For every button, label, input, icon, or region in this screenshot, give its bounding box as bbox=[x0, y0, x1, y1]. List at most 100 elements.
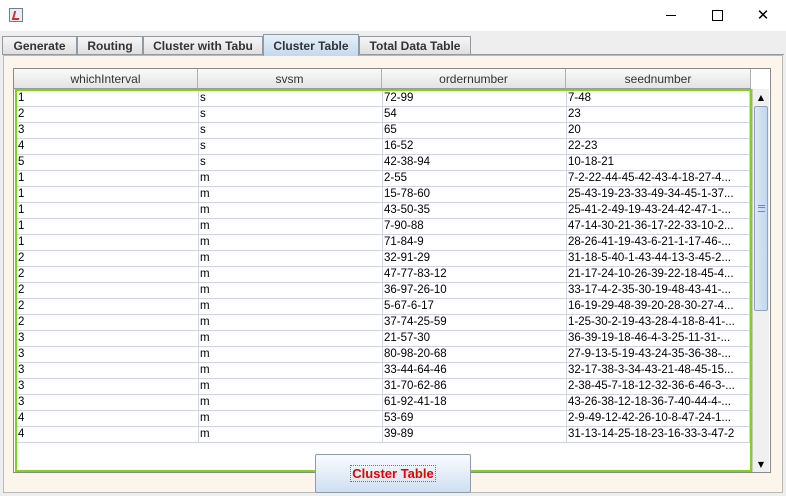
table-cell-ordernumber[interactable]: 31-70-62-86 bbox=[383, 379, 567, 394]
table-cell-seednumber[interactable]: 25-43-19-23-33-49-34-45-1-37... bbox=[567, 187, 750, 202]
table-cell-ordernumber[interactable]: 54 bbox=[383, 107, 567, 122]
table-row[interactable]: 5 s 42-38-94 10-18-21 bbox=[17, 155, 750, 171]
table-row[interactable]: 4 m 39-89 31-13-14-25-18-23-16-33-3-47-2 bbox=[17, 427, 750, 443]
table-cell-seednumber[interactable]: 21-17-24-10-26-39-22-18-45-4... bbox=[567, 267, 750, 282]
table-cell-whichinterval[interactable]: 3 bbox=[17, 123, 199, 138]
table-row[interactable]: 1 m 2-55 7-2-22-44-45-42-43-4-18-27-4... bbox=[17, 171, 750, 187]
table-cell-svsm[interactable]: s bbox=[199, 155, 383, 170]
table-cell-svsm[interactable]: m bbox=[199, 187, 383, 202]
table-cell-whichinterval[interactable]: 1 bbox=[17, 91, 199, 106]
vertical-scrollbar[interactable]: ▲ ▼ bbox=[752, 89, 769, 472]
table-cell-ordernumber[interactable]: 71-84-9 bbox=[383, 235, 567, 250]
table-cell-svsm[interactable]: m bbox=[199, 203, 383, 218]
table-cell-svsm[interactable]: m bbox=[199, 411, 383, 426]
table-cell-whichinterval[interactable]: 3 bbox=[17, 347, 199, 362]
table-cell-seednumber[interactable]: 47-14-30-21-36-17-22-33-10-2... bbox=[567, 219, 750, 234]
table-row[interactable]: 3 m 21-57-30 36-39-19-18-46-4-3-25-11-31-..… bbox=[17, 331, 750, 347]
table-cell-svsm[interactable]: m bbox=[199, 395, 383, 410]
table-cell-svsm[interactable]: m bbox=[199, 251, 383, 266]
table-cell-seednumber[interactable]: 31-13-14-25-18-23-16-33-3-47-2 bbox=[567, 427, 750, 442]
table-cell-ordernumber[interactable]: 72-99 bbox=[383, 91, 567, 106]
table-row[interactable]: 4 m 53-69 2-9-49-12-42-26-10-8-47-24-1... bbox=[17, 411, 750, 427]
table-cell-ordernumber[interactable]: 15-78-60 bbox=[383, 187, 567, 202]
table-cell-svsm[interactable]: s bbox=[199, 107, 383, 122]
table-cell-seednumber[interactable]: 36-39-19-18-46-4-3-25-11-31-... bbox=[567, 331, 750, 346]
table-cell-seednumber[interactable]: 16-19-29-48-39-20-28-30-27-4... bbox=[567, 299, 750, 314]
table-cell-seednumber[interactable]: 25-41-2-49-19-43-24-42-47-1-... bbox=[567, 203, 750, 218]
table-cell-whichinterval[interactable]: 1 bbox=[17, 171, 199, 186]
table-cell-seednumber[interactable]: 22-23 bbox=[567, 139, 750, 154]
table-cell-ordernumber[interactable]: 47-77-83-12 bbox=[383, 267, 567, 282]
column-header-whichinterval[interactable]: whichInterval bbox=[14, 69, 198, 88]
table-cell-ordernumber[interactable]: 53-69 bbox=[383, 411, 567, 426]
table-cell-whichinterval[interactable]: 4 bbox=[17, 411, 199, 426]
scroll-down-arrow-icon[interactable]: ▼ bbox=[753, 456, 769, 472]
table-cell-whichinterval[interactable]: 2 bbox=[17, 299, 199, 314]
table-row[interactable]: 2 m 37-74-25-59 1-25-30-2-19-43-28-4-18-8-4… bbox=[17, 315, 750, 331]
table-cell-whichinterval[interactable]: 3 bbox=[17, 331, 199, 346]
table-cell-svsm[interactable]: m bbox=[199, 363, 383, 378]
table-cell-ordernumber[interactable]: 32-91-29 bbox=[383, 251, 567, 266]
table-cell-svsm[interactable]: s bbox=[199, 91, 383, 106]
table-row[interactable]: 1 m 7-90-88 47-14-30-21-36-17-22-33-10-2... bbox=[17, 219, 750, 235]
table-row[interactable]: 2 m 32-91-29 31-18-5-40-1-43-44-13-3-45-2..… bbox=[17, 251, 750, 267]
table-row[interactable]: 2 m 5-67-6-17 16-19-29-48-39-20-28-30-27-4.… bbox=[17, 299, 750, 315]
minimize-button[interactable] bbox=[648, 0, 694, 31]
table-cell-seednumber[interactable]: 20 bbox=[567, 123, 750, 138]
table-cell-svsm[interactable]: m bbox=[199, 427, 383, 442]
table-cell-whichinterval[interactable]: 2 bbox=[17, 267, 199, 282]
table-cell-seednumber[interactable]: 2-9-49-12-42-26-10-8-47-24-1... bbox=[567, 411, 750, 426]
table-cell-svsm[interactable]: s bbox=[199, 123, 383, 138]
table-cell-whichinterval[interactable]: 4 bbox=[17, 427, 199, 442]
tab-cluster-with-tabu[interactable]: Cluster with Tabu bbox=[143, 36, 263, 55]
tab-total-data-table[interactable]: Total Data Table bbox=[359, 36, 471, 55]
table-row[interactable]: 4 s 16-52 22-23 bbox=[17, 139, 750, 155]
column-header-ordernumber[interactable]: ordernumber bbox=[382, 69, 566, 88]
table-row[interactable]: 2 s 54 23 bbox=[17, 107, 750, 123]
table-cell-ordernumber[interactable]: 7-90-88 bbox=[383, 219, 567, 234]
table-row[interactable]: 2 m 36-97-26-10 33-17-4-2-35-30-19-48-43-41… bbox=[17, 283, 750, 299]
tab-routing[interactable]: Routing bbox=[77, 36, 143, 55]
table-cell-svsm[interactable]: m bbox=[199, 171, 383, 186]
table-cell-whichinterval[interactable]: 1 bbox=[17, 187, 199, 202]
table-cell-svsm[interactable]: m bbox=[199, 235, 383, 250]
table-row[interactable]: 1 m 71-84-9 28-26-41-19-43-6-21-1-17-46-... bbox=[17, 235, 750, 251]
table-cell-seednumber[interactable]: 31-18-5-40-1-43-44-13-3-45-2... bbox=[567, 251, 750, 266]
table-cell-whichinterval[interactable]: 3 bbox=[17, 395, 199, 410]
scroll-up-arrow-icon[interactable]: ▲ bbox=[753, 89, 769, 105]
table-cell-whichinterval[interactable]: 1 bbox=[17, 203, 199, 218]
table-cell-svsm[interactable]: m bbox=[199, 219, 383, 234]
table-cell-ordernumber[interactable]: 61-92-41-18 bbox=[383, 395, 567, 410]
table-cell-ordernumber[interactable]: 42-38-94 bbox=[383, 155, 567, 170]
table-row[interactable]: 3 m 61-92-41-18 43-26-38-12-18-36-7-40-44-4… bbox=[17, 395, 750, 411]
table-cell-seednumber[interactable]: 10-18-21 bbox=[567, 155, 750, 170]
table-cell-svsm[interactable]: m bbox=[199, 267, 383, 282]
cluster-table-button[interactable]: Cluster Table bbox=[315, 454, 471, 493]
table-cell-seednumber[interactable]: 33-17-4-2-35-30-19-48-43-41-... bbox=[567, 283, 750, 298]
table-cell-ordernumber[interactable]: 36-97-26-10 bbox=[383, 283, 567, 298]
table-cell-seednumber[interactable]: 2-38-45-7-18-12-32-36-6-46-3-... bbox=[567, 379, 750, 394]
table-cell-whichinterval[interactable]: 1 bbox=[17, 235, 199, 250]
table-cell-seednumber[interactable]: 7-2-22-44-45-42-43-4-18-27-4... bbox=[567, 171, 750, 186]
table-cell-svsm[interactable]: m bbox=[199, 283, 383, 298]
maximize-button[interactable] bbox=[694, 0, 740, 31]
table-cell-seednumber[interactable]: 27-9-13-5-19-43-24-35-36-38-... bbox=[567, 347, 750, 362]
table-cell-seednumber[interactable]: 43-26-38-12-18-36-7-40-44-4-... bbox=[567, 395, 750, 410]
table-cell-ordernumber[interactable]: 39-89 bbox=[383, 427, 567, 442]
table-cell-ordernumber[interactable]: 21-57-30 bbox=[383, 331, 567, 346]
table-cell-ordernumber[interactable]: 16-52 bbox=[383, 139, 567, 154]
table-cell-ordernumber[interactable]: 2-55 bbox=[383, 171, 567, 186]
table-cell-whichinterval[interactable]: 5 bbox=[17, 155, 199, 170]
table-cell-svsm[interactable]: m bbox=[199, 315, 383, 330]
table-row[interactable]: 3 m 80-98-20-68 27-9-13-5-19-43-24-35-36-38… bbox=[17, 347, 750, 363]
table-cell-whichinterval[interactable]: 2 bbox=[17, 283, 199, 298]
tab-cluster-table[interactable]: Cluster Table bbox=[263, 34, 359, 56]
table-row[interactable]: 1 m 15-78-60 25-43-19-23-33-49-34-45-1-37..… bbox=[17, 187, 750, 203]
scrollbar-thumb[interactable] bbox=[754, 106, 768, 311]
table-cell-svsm[interactable]: s bbox=[199, 139, 383, 154]
table-cell-ordernumber[interactable]: 37-74-25-59 bbox=[383, 315, 567, 330]
column-header-seednumber[interactable]: seednumber bbox=[566, 69, 751, 88]
table-row[interactable]: 3 m 33-44-64-46 32-17-38-3-34-43-21-48-45-1… bbox=[17, 363, 750, 379]
table-cell-whichinterval[interactable]: 3 bbox=[17, 363, 199, 378]
table-row[interactable]: 1 m 43-50-35 25-41-2-49-19-43-24-42-47-1-..… bbox=[17, 203, 750, 219]
